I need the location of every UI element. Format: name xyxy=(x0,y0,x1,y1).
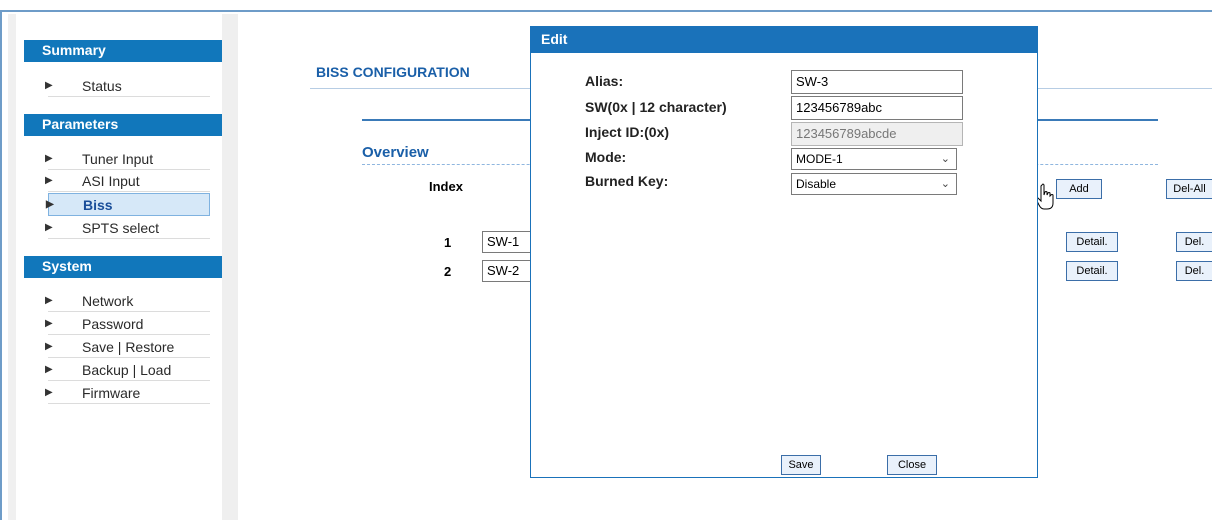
triangle-right-icon: ▶ xyxy=(45,222,53,233)
inject-id-label: Inject ID:(0x) xyxy=(585,124,670,140)
left-border xyxy=(0,12,7,520)
sidebar-panel: Summary ▶ Status Parameters ▶ Tuner Inpu… xyxy=(16,14,229,520)
sidebar-item-save-restore[interactable]: ▶ Save | Restore xyxy=(45,336,210,358)
page-title: BISS CONFIGURATION xyxy=(316,64,470,80)
sidebar-item-password[interactable]: ▶ Password xyxy=(45,313,210,335)
triangle-right-icon: ▶ xyxy=(45,318,53,329)
triangle-right-icon: ▶ xyxy=(45,364,53,375)
app-window: Summary ▶ Status Parameters ▶ Tuner Inpu… xyxy=(0,0,1212,520)
sidebar-header-parameters: Parameters xyxy=(24,114,229,136)
sidebar-item-label: Backup | Load xyxy=(82,362,172,378)
sidebar-item-label: Status xyxy=(82,78,122,94)
mode-select[interactable]: MODE-1 ⌄ xyxy=(791,148,957,170)
row-index: 2 xyxy=(444,264,452,279)
sidebar-item-label: ASI Input xyxy=(82,173,140,189)
triangle-right-icon: ▶ xyxy=(45,341,53,352)
sidebar-item-label: SPTS select xyxy=(82,220,160,236)
close-button[interactable]: Close xyxy=(887,455,937,475)
sidebar-item-biss[interactable]: ▶ Biss xyxy=(46,193,210,216)
hand-cursor-icon xyxy=(1035,183,1054,210)
sidebar-item-status[interactable]: ▶ Status xyxy=(45,75,210,97)
mode-select-value: MODE-1 xyxy=(796,152,843,166)
sidebar-item-spts-select[interactable]: ▶ SPTS select xyxy=(45,217,210,239)
triangle-right-icon: ▶ xyxy=(45,175,53,186)
triangle-right-icon: ▶ xyxy=(46,199,54,210)
burned-key-select[interactable]: Disable ⌄ xyxy=(791,173,957,195)
sidebar-item-label: Network xyxy=(82,293,134,309)
triangle-right-icon: ▶ xyxy=(45,80,53,91)
sidebar-item-label: Biss xyxy=(83,197,113,213)
detail-button[interactable]: Detail. xyxy=(1066,232,1118,252)
burned-key-select-value: Disable xyxy=(796,177,837,191)
save-button[interactable]: Save xyxy=(781,455,821,475)
row-index: 1 xyxy=(444,235,452,250)
alias-field[interactable]: SW-3 xyxy=(791,70,963,94)
triangle-right-icon: ▶ xyxy=(45,295,53,306)
sidebar-item-label: Tuner Input xyxy=(82,151,154,167)
sidebar-item-label: Firmware xyxy=(82,385,141,401)
add-button[interactable]: Add xyxy=(1056,179,1102,199)
top-border xyxy=(0,0,1212,12)
chevron-down-icon: ⌄ xyxy=(940,178,950,190)
sidebar-item-label: Save | Restore xyxy=(82,339,175,355)
sidebar-header-system: System xyxy=(24,256,229,278)
edit-dialog: Edit Alias: SW-3 SW(0x | 12 character) 1… xyxy=(530,26,1038,478)
detail-button[interactable]: Detail. xyxy=(1066,261,1118,281)
del-button[interactable]: Del. xyxy=(1176,232,1212,252)
sidebar: Summary ▶ Status Parameters ▶ Tuner Inpu… xyxy=(8,14,238,520)
del-button[interactable]: Del. xyxy=(1176,261,1212,281)
sidebar-item-backup-load[interactable]: ▶ Backup | Load xyxy=(45,359,210,381)
column-header-index: Index xyxy=(429,179,463,194)
chevron-down-icon: ⌄ xyxy=(940,153,950,165)
dialog-title: Edit xyxy=(531,27,1037,53)
burned-key-label: Burned Key: xyxy=(585,173,669,189)
alias-label: Alias: xyxy=(585,73,624,89)
sidebar-item-tuner-input[interactable]: ▶ Tuner Input xyxy=(45,148,210,170)
sidebar-item-label: Password xyxy=(82,316,144,332)
del-all-button[interactable]: Del-All xyxy=(1166,179,1212,199)
inject-id-field: 123456789abcde xyxy=(791,122,963,146)
sidebar-header-summary: Summary xyxy=(24,40,229,62)
sw-label: SW(0x | 12 character) xyxy=(585,99,727,115)
triangle-right-icon: ▶ xyxy=(45,153,53,164)
sidebar-item-network[interactable]: ▶ Network xyxy=(45,290,210,312)
sidebar-item-asi-input[interactable]: ▶ ASI Input xyxy=(45,170,210,192)
sw-field[interactable]: 123456789abc xyxy=(791,96,963,120)
section-title-overview: Overview xyxy=(362,144,429,161)
mode-label: Mode: xyxy=(585,149,627,165)
sidebar-item-firmware[interactable]: ▶ Firmware xyxy=(45,382,210,404)
triangle-right-icon: ▶ xyxy=(45,387,53,398)
